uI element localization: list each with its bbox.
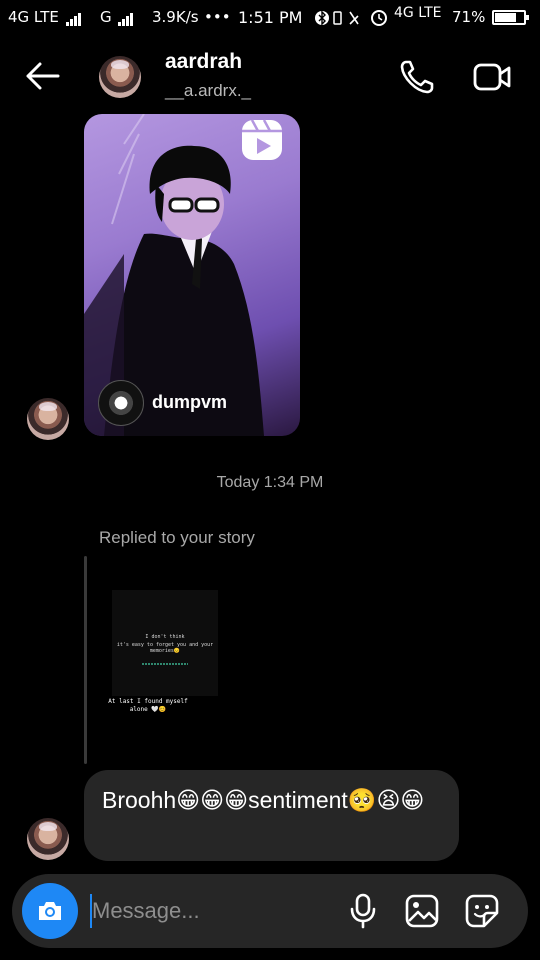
video-call-icon[interactable] xyxy=(472,59,512,95)
status-time: 1:51 PM xyxy=(238,8,303,27)
replied-to-story-label: Replied to your story xyxy=(99,528,255,547)
network-label-3: 4G LTE xyxy=(394,5,442,21)
network-speed: 3.9K/s xyxy=(152,8,199,26)
message-bubble[interactable]: Broohh😁😁😁sentiment🥺😫😁 xyxy=(84,770,459,861)
alarm-icon xyxy=(370,8,388,30)
microphone-icon[interactable] xyxy=(348,893,378,929)
story-caption: At last I found myself alone 🤍😊 xyxy=(108,698,188,713)
more-notifications-icon: ••• xyxy=(204,8,231,26)
reel-owner-name[interactable]: dumpvm xyxy=(152,392,227,413)
story-text-line: it's easy to forget you and your memorie… xyxy=(116,642,214,654)
message-text: Broohh😁😁😁sentiment🥺😫😁 xyxy=(102,787,425,813)
gallery-icon[interactable] xyxy=(404,893,440,929)
message-input[interactable] xyxy=(90,894,322,928)
back-arrow-icon[interactable] xyxy=(22,58,62,94)
battery-percent: 71% xyxy=(452,8,486,26)
network-label: 4G LTE xyxy=(8,8,82,26)
contact-name[interactable]: aardrah xyxy=(165,50,242,74)
camera-button[interactable] xyxy=(22,883,78,939)
reply-divider xyxy=(84,556,87,764)
contact-username[interactable]: __a.ardrx._ xyxy=(165,81,251,101)
story-text-line: I don't think xyxy=(145,634,185,640)
signal-icon-2 xyxy=(118,8,134,26)
avatar[interactable] xyxy=(99,56,141,98)
battery-icon xyxy=(492,10,529,25)
phone-icon[interactable] xyxy=(398,58,436,96)
bluetooth-icon xyxy=(314,10,372,30)
story-waveform-icon xyxy=(142,663,188,665)
reels-icon xyxy=(240,118,284,162)
avatar[interactable] xyxy=(27,818,69,860)
story-thumbnail[interactable]: I don't think it's easy to forget you an… xyxy=(112,590,218,696)
chat-header: aardrah __a.ardrx._ xyxy=(0,40,540,112)
reel-owner-avatar[interactable] xyxy=(98,380,144,426)
shared-reel[interactable]: dumpvm xyxy=(84,114,300,436)
status-bar: 4G LTE G 3.9K/s ••• 1:51 PM 4G LTE 71% xyxy=(0,0,540,34)
network-label-2: G xyxy=(100,8,134,26)
message-timestamp: Today 1:34 PM xyxy=(216,474,324,491)
signal-icon xyxy=(65,8,82,26)
camera-icon xyxy=(39,902,61,920)
message-composer xyxy=(12,874,528,948)
sticker-icon[interactable] xyxy=(464,893,500,929)
avatar[interactable] xyxy=(27,398,69,440)
